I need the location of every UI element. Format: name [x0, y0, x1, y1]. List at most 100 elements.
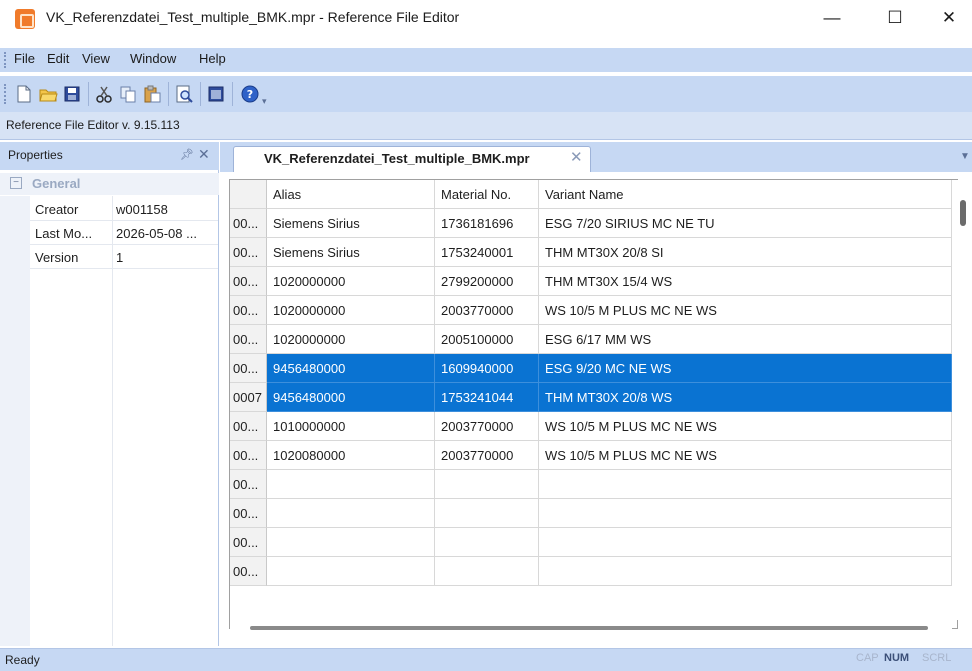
- status-bar: [0, 648, 972, 671]
- menu-window[interactable]: Window: [130, 51, 176, 66]
- grid-corner-header[interactable]: [230, 180, 267, 209]
- cell-alias[interactable]: Siemens Sirius: [267, 209, 435, 238]
- property-category-label: General: [32, 176, 81, 191]
- cell-material[interactable]: [435, 470, 539, 499]
- menu-view[interactable]: View: [82, 51, 110, 66]
- collapse-icon[interactable]: −: [10, 177, 22, 189]
- cell-variant[interactable]: [539, 528, 952, 557]
- tab-close-icon[interactable]: ✕: [570, 148, 583, 166]
- cell-variant[interactable]: WS 10/5 M PLUS MC NE WS: [539, 296, 952, 325]
- cell-material[interactable]: 2003770000: [435, 441, 539, 470]
- cell-material[interactable]: 1753241044: [435, 383, 539, 412]
- column-header-material-no[interactable]: Material No.: [435, 180, 539, 209]
- cell-alias[interactable]: [267, 528, 435, 557]
- toolbar-grip[interactable]: [4, 84, 7, 104]
- property-value[interactable]: 1: [116, 250, 123, 265]
- property-gutter: [0, 196, 30, 646]
- cell-variant[interactable]: ESG 6/17 MM WS: [539, 325, 952, 354]
- document-tab-label: VK_Referenzdatei_Test_multiple_BMK.mpr: [264, 151, 530, 166]
- cell-alias[interactable]: 1020000000: [267, 267, 435, 296]
- help-icon[interactable]: ?: [240, 84, 260, 104]
- cell-material[interactable]: 2005100000: [435, 325, 539, 354]
- new-file-icon[interactable]: [14, 84, 34, 104]
- cut-icon[interactable]: [94, 84, 114, 104]
- property-divider: [30, 244, 218, 245]
- cell-alias[interactable]: 1010000000: [267, 412, 435, 441]
- property-divider: [30, 268, 218, 269]
- close-button[interactable]: ✕: [926, 0, 972, 36]
- cell-material[interactable]: [435, 528, 539, 557]
- row-header[interactable]: 00...: [230, 296, 267, 325]
- scroll-lock-indicator: SCRL: [922, 652, 952, 664]
- row-header[interactable]: 00...: [230, 470, 267, 499]
- menu-edit[interactable]: Edit: [47, 51, 69, 66]
- minimize-button[interactable]: —: [809, 0, 855, 36]
- cell-material[interactable]: 2799200000: [435, 267, 539, 296]
- property-divider: [30, 220, 218, 221]
- maximize-button[interactable]: ☐: [872, 0, 918, 36]
- cell-alias[interactable]: [267, 499, 435, 528]
- pin-icon[interactable]: 📌︎: [180, 148, 194, 161]
- paste-icon[interactable]: [142, 84, 162, 104]
- cell-variant[interactable]: ESG 9/20 MC NE WS: [539, 354, 952, 383]
- cell-alias[interactable]: [267, 470, 435, 499]
- cell-variant[interactable]: ESG 7/20 SIRIUS MC NE TU: [539, 209, 952, 238]
- menu-grip[interactable]: [4, 52, 7, 68]
- cell-alias[interactable]: [267, 557, 435, 586]
- row-header[interactable]: 00...: [230, 325, 267, 354]
- cell-variant[interactable]: [539, 499, 952, 528]
- cell-variant[interactable]: [539, 557, 952, 586]
- toolbar-overflow-icon[interactable]: ▾: [262, 96, 267, 107]
- row-header[interactable]: 00...: [230, 354, 267, 383]
- cell-alias[interactable]: 9456480000: [267, 383, 435, 412]
- row-header[interactable]: 00...: [230, 441, 267, 470]
- cell-variant[interactable]: [539, 470, 952, 499]
- property-value[interactable]: w001158: [116, 202, 168, 217]
- cell-material[interactable]: 2003770000: [435, 412, 539, 441]
- row-header[interactable]: 00...: [230, 499, 267, 528]
- vertical-scroll-thumb[interactable]: [960, 200, 966, 226]
- cell-material[interactable]: [435, 499, 539, 528]
- open-folder-icon[interactable]: [38, 84, 58, 104]
- save-icon[interactable]: [62, 84, 82, 104]
- row-header[interactable]: 00...: [230, 238, 267, 267]
- properties-panel: [0, 142, 219, 646]
- cell-material[interactable]: 1753240001: [435, 238, 539, 267]
- horizontal-scroll-thumb[interactable]: [250, 626, 928, 630]
- copy-icon[interactable]: [118, 84, 138, 104]
- row-header[interactable]: 00...: [230, 209, 267, 238]
- cell-material[interactable]: 2003770000: [435, 296, 539, 325]
- cell-alias[interactable]: 1020000000: [267, 325, 435, 354]
- cell-variant[interactable]: THM MT30X 20/8 SI: [539, 238, 952, 267]
- row-header[interactable]: 00...: [230, 412, 267, 441]
- row-header[interactable]: 00...: [230, 528, 267, 557]
- property-value[interactable]: 2026-05-08 ...: [116, 226, 197, 241]
- cell-alias[interactable]: 1020080000: [267, 441, 435, 470]
- property-name: Last Mo...: [35, 226, 93, 241]
- cell-alias[interactable]: 9456480000: [267, 354, 435, 383]
- cell-alias[interactable]: Siemens Sirius: [267, 238, 435, 267]
- vertical-scrollbar[interactable]: [952, 180, 970, 620]
- cell-material[interactable]: [435, 557, 539, 586]
- toolbar-separator: [232, 82, 233, 106]
- print-preview-icon[interactable]: [174, 84, 194, 104]
- column-header-alias[interactable]: Alias: [267, 180, 435, 209]
- cell-variant[interactable]: WS 10/5 M PLUS MC NE WS: [539, 412, 952, 441]
- property-splitter[interactable]: [112, 196, 113, 646]
- menu-help[interactable]: Help: [199, 51, 226, 66]
- cell-material[interactable]: 1609940000: [435, 354, 539, 383]
- tab-list-dropdown-icon[interactable]: ▼: [960, 151, 970, 162]
- row-header[interactable]: 0007: [230, 383, 267, 412]
- cell-variant[interactable]: WS 10/5 M PLUS MC NE WS: [539, 441, 952, 470]
- properties-window-icon[interactable]: [206, 84, 226, 104]
- cell-variant[interactable]: THM MT30X 20/8 WS: [539, 383, 952, 412]
- menu-file[interactable]: File: [14, 51, 35, 66]
- cell-alias[interactable]: 1020000000: [267, 296, 435, 325]
- toolbar-separator: [200, 82, 201, 106]
- row-header[interactable]: 00...: [230, 267, 267, 296]
- row-header[interactable]: 00...: [230, 557, 267, 586]
- cell-material[interactable]: 1736181696: [435, 209, 539, 238]
- column-header-variant-name[interactable]: Variant Name: [539, 180, 952, 209]
- panel-close-icon[interactable]: ✕: [198, 146, 210, 163]
- cell-variant[interactable]: THM MT30X 15/4 WS: [539, 267, 952, 296]
